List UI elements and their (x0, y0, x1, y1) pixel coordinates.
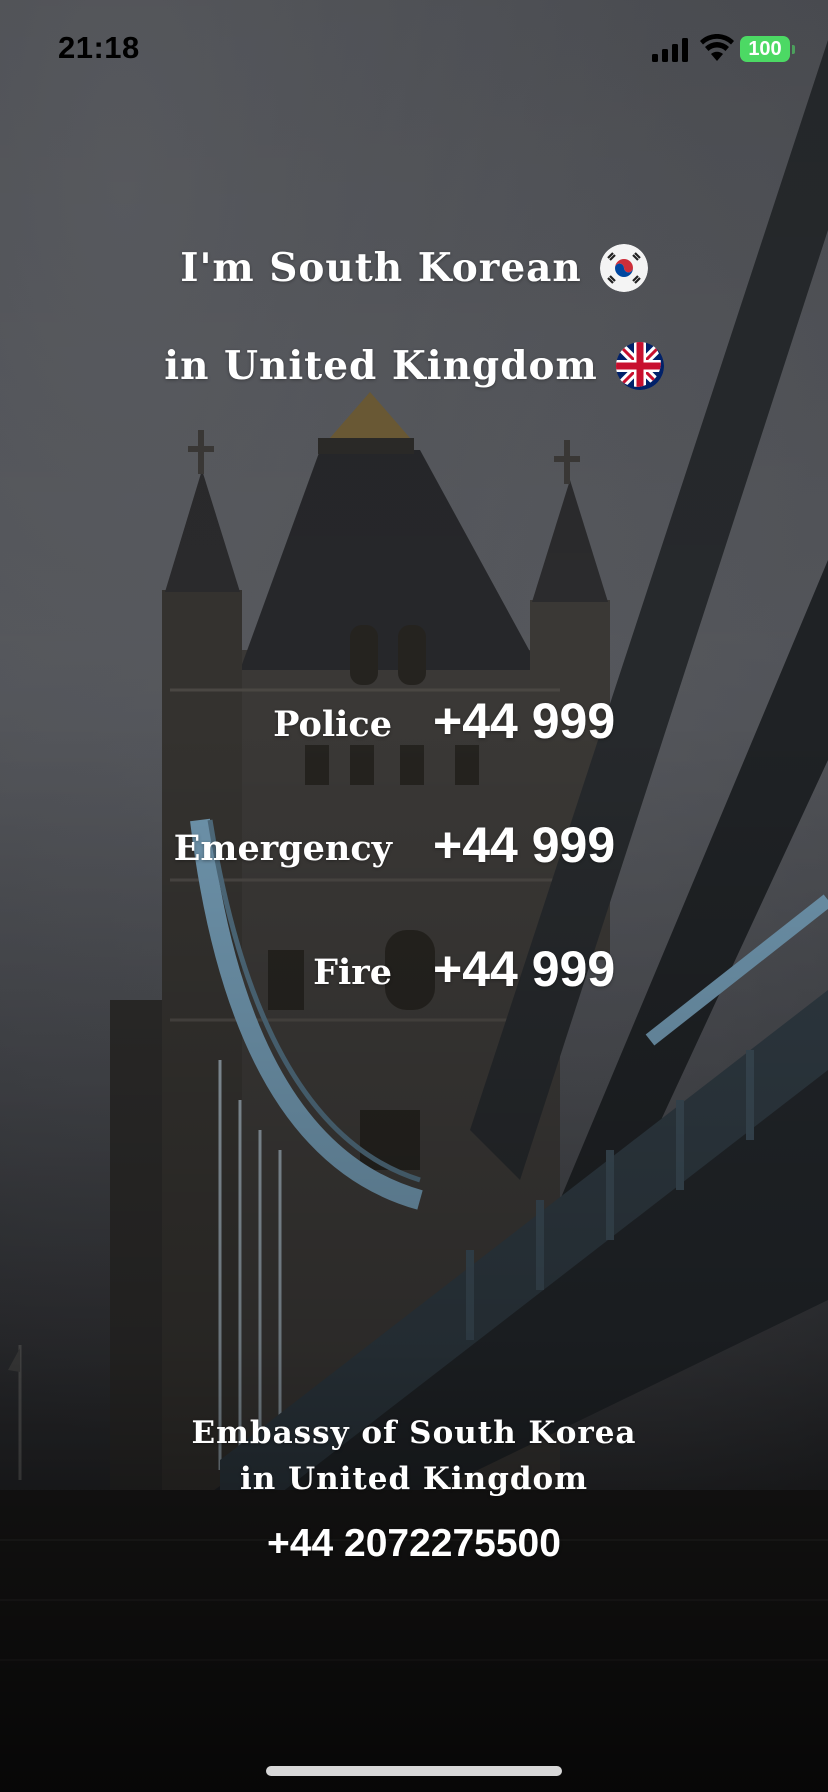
location-text: in United Kingdom (164, 343, 598, 389)
united-kingdom-flag-icon (615, 342, 664, 390)
emergency-row-fire[interactable]: Fire +44 999 (0, 938, 828, 1008)
battery-icon: 100 (740, 36, 795, 62)
cellular-signal-icon (652, 38, 690, 62)
status-bar: 21:18 100 (0, 0, 828, 100)
fire-number[interactable]: +44 999 (433, 940, 615, 998)
status-time: 21:18 (58, 30, 140, 65)
police-number[interactable]: +44 999 (433, 692, 615, 750)
location-heading: in United Kingdom (0, 340, 828, 390)
emergency-number[interactable]: +44 999 (433, 816, 615, 874)
nationality-text: I'm South Korean (180, 245, 582, 291)
fire-label: Fire (313, 952, 392, 993)
wifi-icon (700, 34, 734, 61)
police-label: Police (273, 704, 392, 745)
embassy-phone-number[interactable]: +44 2072275500 (0, 1522, 828, 1566)
nationality-heading: I'm South Korean (0, 242, 828, 292)
embassy-name-line1: Embassy of South Korea (191, 1415, 637, 1451)
south-korea-flag-icon (599, 244, 648, 292)
home-indicator[interactable] (266, 1766, 562, 1776)
emergency-label: Emergency (173, 828, 392, 869)
emergency-row-emergency[interactable]: Emergency +44 999 (0, 814, 828, 884)
embassy-name: Embassy of South Korea in United Kingdom (0, 1410, 828, 1502)
embassy-name-line2: in United Kingdom (239, 1461, 589, 1497)
emergency-row-police[interactable]: Police +44 999 (0, 690, 828, 760)
